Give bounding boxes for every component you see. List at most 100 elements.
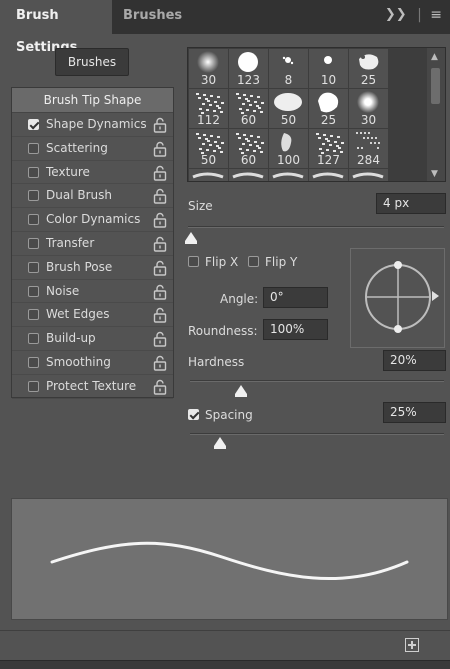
option-label: Noise [46,283,80,298]
lock-icon[interactable] [153,260,167,276]
brush-tip-preset[interactable]: 30 [189,49,228,88]
lock-icon[interactable] [153,212,167,228]
brush-tip-size: 284 [357,153,380,167]
option-label: Dual Brush [46,188,112,203]
option-texture[interactable]: Texture [12,161,173,185]
spacing-label: Spacing [205,408,253,422]
brush-tip-preset[interactable]: 60 [229,129,268,168]
brush-tip-preset[interactable]: 100 [269,129,308,168]
brushes-panel-button[interactable]: Brushes [55,48,129,76]
option-shape-dynamics[interactable]: Shape Dynamics [12,113,173,137]
brush-tip-preset[interactable]: 50 [189,129,228,168]
brush-tip-thumbnail [192,172,224,179]
option-brush-tip-shape[interactable]: Brush Tip Shape [12,88,173,113]
option-transfer[interactable]: Transfer [12,232,173,256]
lock-icon[interactable] [153,188,167,205]
option-checkbox[interactable] [28,214,39,226]
option-label: Protect Texture [46,378,137,393]
brush-tip-preset[interactable]: 284 [349,129,388,168]
brush-tip-preset[interactable]: 127 [309,129,348,168]
option-checkbox[interactable] [28,309,39,321]
brush-tip-preset[interactable]: 25 [309,89,348,128]
brush-options-list: Brush Tip Shape Shape Dynamics Scattering… [11,87,174,399]
brush-tip-preset[interactable]: 112 [189,89,228,128]
option-label: Scattering [46,140,108,155]
lock-icon[interactable] [153,117,167,133]
option-checkbox[interactable] [28,190,39,202]
separator-icon: | [417,7,422,23]
brush-tip-preset[interactable]: 30 [349,89,388,128]
roundness-field[interactable]: 100% [263,319,328,340]
hardness-field[interactable]: 20% [383,350,446,371]
new-brush-icon[interactable] [405,638,419,652]
flip-y-checkbox[interactable] [248,256,259,267]
option-checkbox[interactable] [28,356,39,368]
option-protect-texture[interactable]: Protect Texture [12,375,173,399]
scroll-down-icon[interactable]: ▼ [431,169,438,179]
lock-icon[interactable] [153,236,167,252]
brush-tip-preset[interactable]: 50 [269,89,308,128]
lock-icon[interactable] [153,355,167,371]
lock-icon[interactable] [153,331,167,347]
brush-grid-scrollbar[interactable]: ▲ ▼ [427,48,445,181]
size-slider-thumb[interactable] [184,232,197,244]
option-brush-pose[interactable]: Brush Pose [12,256,173,280]
brush-tip-preset[interactable] [189,169,228,181]
brush-tip-preset[interactable]: 25 [349,49,388,88]
brush-tip-preset[interactable] [349,169,388,181]
brush-tip-preset[interactable] [309,169,348,181]
tab-brush-settings[interactable]: Brush Settings [0,0,112,55]
lock-icon[interactable] [153,307,167,324]
angle-handle-arrow-icon[interactable] [432,291,439,301]
scroll-up-icon[interactable]: ▲ [431,52,438,62]
spacing-checkbox[interactable] [188,409,199,420]
option-dual-brush[interactable]: Dual Brush [12,184,173,209]
scrollbar-thumb[interactable] [431,68,440,104]
brush-tip-thumbnail [352,172,384,179]
option-checkbox[interactable] [28,119,39,130]
brush-tip-preset[interactable] [269,169,308,181]
brush-tip-size: 50 [280,113,297,127]
option-build-up[interactable]: Build-up [12,327,173,351]
lock-icon[interactable] [153,141,167,157]
option-checkbox[interactable] [28,237,39,249]
brush-tip-preset[interactable] [229,169,268,181]
brush-tip-preset[interactable]: 8 [269,49,308,88]
option-checkbox[interactable] [28,142,39,154]
size-field[interactable]: 4 px [376,193,446,214]
brush-tip-preset[interactable]: 60 [229,89,268,128]
option-checkbox[interactable] [28,285,39,297]
double-chevron-right-icon[interactable]: ❯❯ [385,7,407,22]
brush-tip-size: 8 [284,73,293,87]
option-smoothing[interactable]: Smoothing [12,351,173,375]
option-wet-edges[interactable]: Wet Edges [12,303,173,328]
brush-tip-size: 30 [360,113,377,127]
lock-icon[interactable] [153,284,167,300]
option-checkbox[interactable] [28,380,39,392]
option-label: Wet Edges [46,307,110,322]
option-noise[interactable]: Noise [12,280,173,304]
angle-roundness-widget[interactable] [350,248,445,348]
angle-field[interactable]: 0° [263,287,328,308]
spacing-slider-track[interactable] [190,433,444,435]
hardness-slider-thumb[interactable] [234,385,247,397]
option-checkbox[interactable] [28,333,39,345]
lock-icon[interactable] [153,165,167,181]
spacing-slider-thumb[interactable] [214,437,227,449]
brush-tip-preset[interactable]: 123 [229,49,268,88]
brush-tip-preset[interactable]: 10 [309,49,348,88]
hamburger-menu-icon[interactable]: ≡ [430,7,442,23]
roundness-label: Roundness: [188,324,258,338]
option-checkbox[interactable] [28,261,39,273]
flip-x-checkbox[interactable] [188,256,199,267]
size-slider-track[interactable] [188,226,444,228]
lock-icon[interactable] [153,379,167,395]
brush-tip-size: 30 [200,73,217,87]
tab-brushes[interactable]: Brushes [112,0,182,34]
spacing-field[interactable]: 25% [383,402,446,423]
hardness-slider-track[interactable] [190,380,444,382]
option-label: Shape Dynamics [46,117,147,131]
option-scattering[interactable]: Scattering [12,137,173,161]
option-color-dynamics[interactable]: Color Dynamics [12,208,173,232]
option-checkbox[interactable] [28,166,39,178]
